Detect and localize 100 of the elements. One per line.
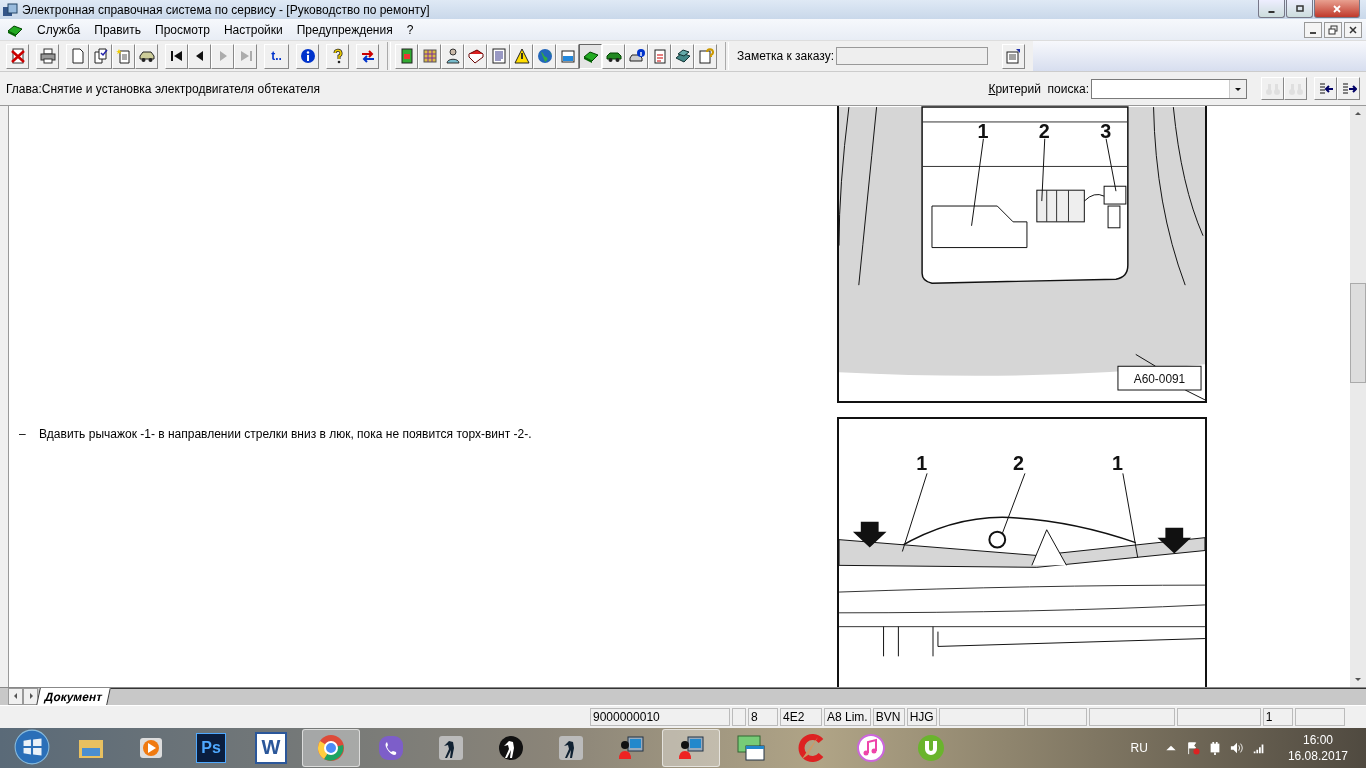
scroll-right-button[interactable] (23, 687, 38, 705)
menu-item[interactable]: Править (87, 22, 149, 37)
menu-item[interactable]: Предупреждения (289, 22, 400, 37)
callout-number: 2 (1013, 452, 1025, 475)
chip-button[interactable] (395, 43, 418, 69)
status-cell (1294, 708, 1345, 726)
previous-button[interactable] (188, 43, 211, 69)
close-icon (1348, 24, 1358, 35)
figure-code: A60-0091 (1133, 371, 1186, 386)
restore-icon (1328, 24, 1338, 35)
volume-icon[interactable] (1229, 741, 1244, 755)
lines-arrow-icon (1340, 80, 1357, 97)
find-next-button[interactable] (1261, 77, 1284, 101)
new-page-icon (115, 48, 132, 65)
menu-item[interactable]: Служба (30, 22, 88, 37)
app-icon (2, 1, 18, 18)
taskbar-app-button[interactable]: W (242, 729, 300, 767)
find-previous-button[interactable] (1284, 77, 1307, 101)
swap-button[interactable] (356, 43, 379, 69)
scroll-left-button[interactable] (8, 687, 23, 705)
blocks-icon (674, 48, 691, 65)
exit-icon (9, 48, 26, 65)
status-cell: 8 (748, 708, 778, 726)
block-icon (582, 48, 599, 65)
callout-number: 3 (1100, 119, 1112, 142)
up-level-button[interactable]: t.. (264, 43, 289, 69)
menu-item[interactable]: Настройки (216, 22, 290, 37)
page-button[interactable] (66, 43, 89, 69)
taskbar-app-button[interactable] (662, 729, 720, 767)
globe-button[interactable] (533, 43, 556, 69)
search-label: Критерий поиска: (988, 81, 1089, 96)
certificate-window-icon (736, 733, 766, 763)
blocks-button[interactable] (671, 43, 694, 69)
help-button[interactable] (326, 43, 349, 69)
status-cell: HJG (906, 708, 937, 726)
flag-icon[interactable] (1185, 741, 1200, 755)
car-button[interactable] (602, 43, 625, 69)
warning-button[interactable] (510, 43, 533, 69)
minimize-button[interactable] (1258, 0, 1285, 18)
clock-time[interactable]: 16:00 (1302, 733, 1333, 747)
menu-item[interactable]: ? (399, 22, 421, 37)
scrollbar-thumb[interactable] (1350, 282, 1366, 383)
close-button[interactable] (1344, 21, 1362, 38)
car-info-button[interactable] (625, 43, 648, 69)
book-button[interactable] (464, 43, 487, 69)
status-cell: 4E2 (780, 708, 822, 726)
exit-button[interactable] (6, 43, 29, 69)
clock-date[interactable]: 16.08.2017 (1287, 749, 1348, 763)
vertical-scrollbar[interactable] (1350, 105, 1366, 687)
status-cell (1026, 708, 1087, 726)
minimize-button[interactable] (1304, 21, 1322, 38)
block-button[interactable] (579, 43, 602, 69)
close-icon (1332, 3, 1342, 14)
pages-icon (92, 48, 109, 65)
soldier-icon (496, 733, 526, 763)
note-button[interactable] (1002, 43, 1025, 69)
torrent-icon (916, 733, 946, 763)
maximize-button[interactable] (1286, 0, 1313, 18)
viber-icon (376, 733, 406, 763)
soldier-icon (436, 733, 466, 763)
scroll-up-icon[interactable] (1354, 109, 1362, 118)
status-cell: 9000000010 (590, 708, 730, 726)
swap-icon (359, 48, 376, 65)
minimize-icon (1310, 31, 1316, 34)
window-button[interactable] (556, 43, 579, 69)
first-button[interactable] (165, 43, 188, 69)
person-button[interactable] (441, 43, 464, 69)
status-cell (732, 708, 746, 726)
document-tab[interactable]: Документ (36, 687, 112, 705)
book-icon (467, 48, 484, 65)
chip-icon (398, 48, 415, 65)
language-indicator[interactable]: RU (1130, 741, 1148, 755)
collapse-button[interactable] (1314, 77, 1337, 101)
callout-number: 1 (916, 452, 928, 475)
minimize-icon (1268, 10, 1275, 13)
brush-icon (796, 733, 826, 763)
list-icon (490, 48, 507, 65)
car-button[interactable] (135, 43, 158, 69)
restore-button[interactable] (1324, 21, 1342, 38)
expand-button[interactable] (1337, 77, 1360, 101)
help-page-icon (697, 48, 714, 65)
clipboard-icon (651, 48, 668, 65)
search-criteria-dropdown[interactable] (1091, 78, 1247, 99)
callout-number: 1 (1112, 452, 1123, 475)
printer-button[interactable] (36, 43, 59, 69)
music-note-icon (856, 733, 886, 763)
pages-button[interactable] (89, 43, 112, 69)
info-button[interactable] (296, 43, 319, 69)
taskbar-app-button[interactable]: Ps (182, 729, 240, 767)
grid-button[interactable] (418, 43, 441, 69)
callout-number: 1 (977, 119, 989, 142)
ps-logo-icon: Ps (196, 733, 226, 763)
car-info-icon (628, 48, 645, 65)
menu-item[interactable]: Просмотр (148, 22, 217, 37)
clipboard-button[interactable] (648, 43, 671, 69)
order-note-field[interactable] (836, 47, 988, 66)
note-icon (1005, 48, 1022, 65)
lines-arrow-icon (1317, 80, 1334, 97)
status-cell: A8 Lim. (824, 708, 871, 726)
printer-icon (39, 48, 56, 65)
